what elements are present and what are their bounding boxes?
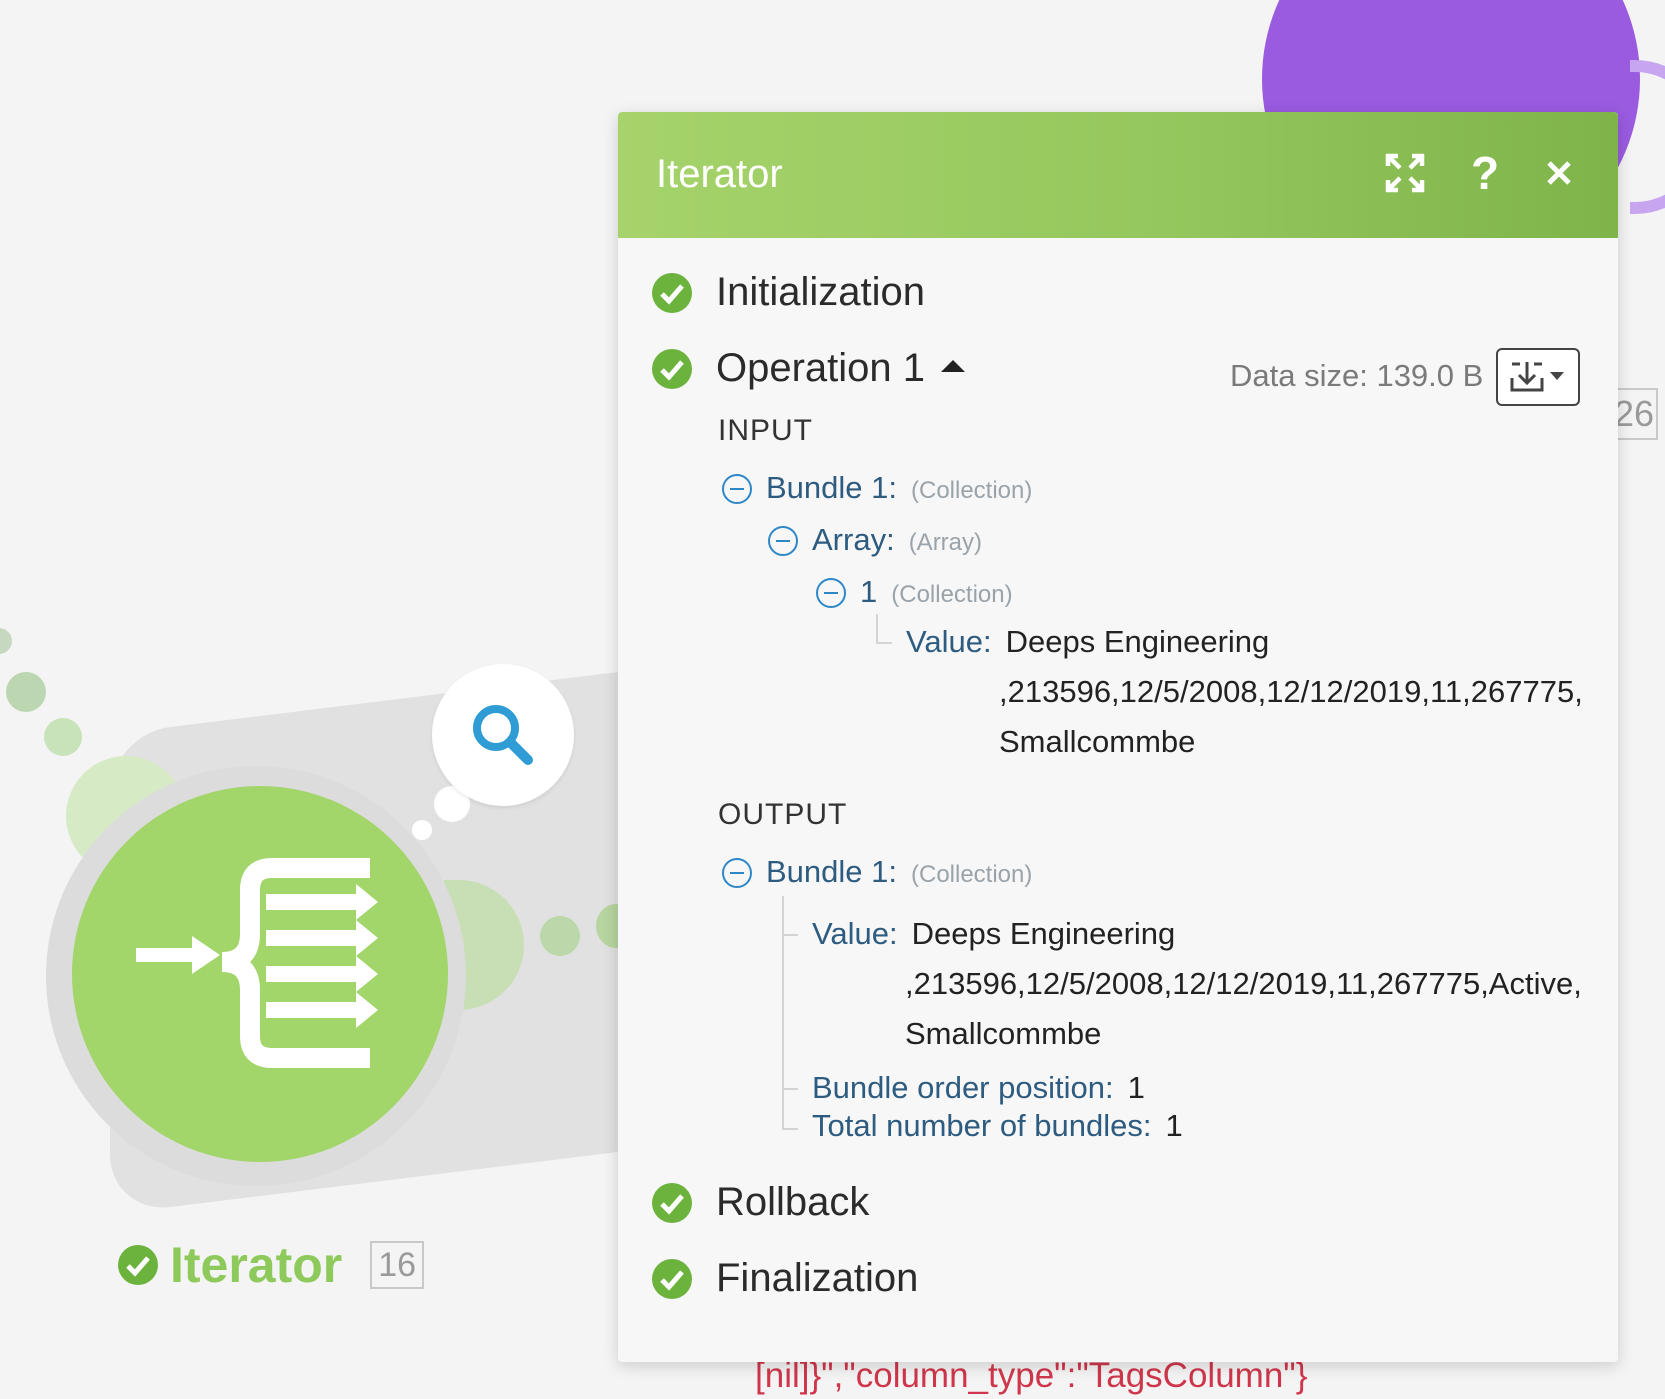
panel-title: Iterator	[656, 152, 783, 196]
section-operation-1[interactable]: Operation 1	[652, 346, 966, 391]
iterator-node[interactable]	[72, 786, 448, 1162]
input-array-row: Array: (Array)	[812, 522, 982, 558]
route-dot	[44, 718, 82, 756]
output-value-line3: Smallcommbe	[905, 1016, 1102, 1051]
section-initialization[interactable]: Initialization	[652, 270, 925, 315]
section-label: Finalization	[716, 1256, 919, 1300]
tree-type: (Collection)	[911, 477, 1033, 504]
download-button[interactable]	[1496, 348, 1580, 406]
input-title: INPUT	[718, 414, 813, 447]
check-icon	[118, 1245, 158, 1285]
collapse-icon[interactable]	[768, 526, 798, 556]
output-title: OUTPUT	[718, 798, 848, 831]
inspect-bubble[interactable]	[432, 664, 574, 806]
tree-key: Total number of bundles:	[812, 1108, 1152, 1143]
input-value-row: Value: Deeps Engineering	[906, 624, 1269, 660]
tree-key: Bundle order position:	[812, 1070, 1114, 1105]
output-total-row: Total number of bundles: 1	[812, 1108, 1183, 1144]
tree-key: Value:	[812, 916, 898, 951]
output-bundle-row: Bundle 1: (Collection)	[766, 854, 1032, 890]
tree-line	[782, 896, 784, 1130]
tree-value: Deeps Engineering	[1005, 624, 1270, 659]
section-label: Rollback	[716, 1180, 870, 1224]
check-icon	[652, 348, 692, 389]
check-icon	[652, 1182, 692, 1223]
output-value-row: Value: Deeps Engineering	[812, 916, 1175, 952]
tree-key: Bundle 1:	[766, 854, 897, 889]
tree-line	[782, 1088, 798, 1090]
route-dot	[6, 672, 46, 712]
purple-module-ring	[1630, 60, 1665, 214]
data-size: Data size: 139.0 B	[1230, 358, 1484, 393]
collapse-icon[interactable]	[722, 858, 752, 888]
search-icon	[473, 705, 533, 765]
section-label: Initialization	[716, 270, 926, 314]
iterator-node-label: Iterator 16	[118, 1236, 425, 1294]
input-value-line2: ,213596,12/5/2008,12/12/2019,11,267775,A…	[999, 674, 1583, 709]
panel-header: Iterator ?	[618, 112, 1618, 238]
iterator-output-panel: Iterator ? Initialization Operation 1 Da…	[618, 112, 1618, 1362]
help-icon: ?	[1470, 147, 1500, 199]
tree-line	[782, 934, 798, 936]
tree-value: 1	[1165, 1108, 1183, 1143]
background-code-snippet: [nil]}","column_type":"TagsColumn"}	[755, 1356, 1308, 1395]
output-value-line2: ,213596,12/5/2008,12/12/2019,11,267775,A…	[905, 966, 1581, 1001]
section-rollback[interactable]: Rollback	[652, 1180, 869, 1225]
output-position-row: Bundle order position: 1	[812, 1070, 1145, 1106]
node-operation-count: 16	[370, 1241, 425, 1289]
check-icon	[652, 1258, 692, 1299]
collapse-icon[interactable]	[722, 474, 752, 504]
tree-line	[782, 1128, 798, 1130]
input-bundle-row: Bundle 1: (Collection)	[766, 470, 1032, 506]
download-icon	[1510, 362, 1564, 392]
collapse-icon[interactable]	[816, 578, 846, 608]
expand-icon	[1385, 153, 1425, 193]
section-label: Operation 1	[716, 346, 926, 390]
tree-type: (Collection)	[891, 581, 1013, 608]
tree-key: Bundle 1:	[766, 470, 897, 505]
iterator-icon	[136, 858, 378, 1068]
input-value-line3: Smallcommbe	[999, 724, 1196, 759]
node-name: Iterator	[170, 1237, 343, 1293]
collapse-caret-icon[interactable]	[941, 359, 966, 372]
scenario-canvas: 26 Iterator 16 [nil]}","column_type":"Ta…	[0, 0, 1665, 1399]
route-dot	[540, 916, 580, 956]
tree-key: Value:	[906, 624, 992, 659]
close-button[interactable]	[1534, 148, 1584, 198]
input-item-row: 1 (Collection)	[860, 574, 1013, 610]
tree-type: (Array)	[908, 529, 983, 556]
tree-value: Deeps Engineering	[911, 916, 1176, 951]
check-icon	[652, 272, 692, 313]
tree-line	[876, 614, 878, 642]
route-dot	[0, 628, 12, 654]
tree-key: 1	[860, 574, 878, 609]
section-finalization[interactable]: Finalization	[652, 1256, 918, 1301]
tree-value: 1	[1127, 1070, 1145, 1105]
tree-key: Array:	[812, 522, 895, 557]
tree-type: (Collection)	[911, 861, 1033, 888]
help-button[interactable]: ?	[1460, 148, 1510, 198]
tree-line	[876, 642, 892, 644]
bubble-dot	[412, 820, 432, 840]
close-icon	[1547, 161, 1571, 185]
expand-button[interactable]	[1380, 148, 1430, 198]
